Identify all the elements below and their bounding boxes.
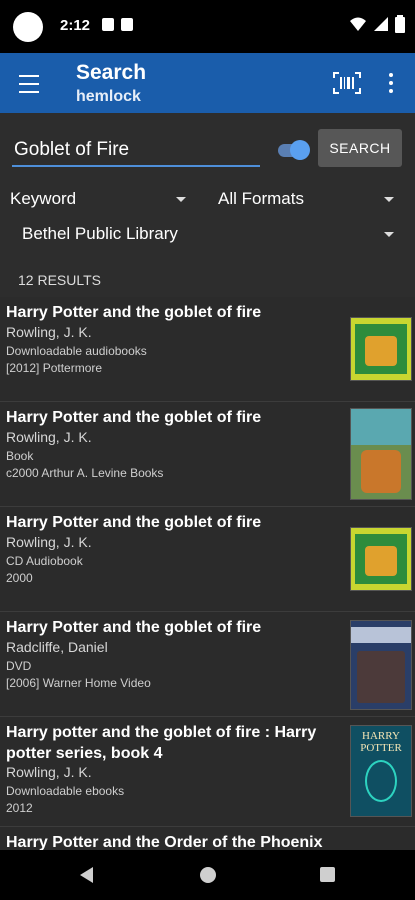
result-title: Harry potter and the goblet of fire : Ha… bbox=[6, 724, 317, 762]
result-title: Harry Potter and the Order of the Phoeni… bbox=[6, 834, 323, 850]
app-title: Search bbox=[76, 61, 147, 84]
camera-cutout bbox=[13, 12, 43, 42]
result-format: DVD bbox=[6, 659, 32, 673]
chevron-down-icon bbox=[176, 197, 186, 202]
system-nav-bar bbox=[0, 850, 415, 900]
cover-image bbox=[350, 620, 412, 710]
results-count: 12 RESULTS bbox=[18, 272, 101, 288]
result-item[interactable]: Harry Potter and the goblet of fire Radc… bbox=[0, 612, 415, 717]
search-toggle[interactable] bbox=[276, 140, 310, 160]
overflow-menu-icon[interactable] bbox=[382, 69, 400, 97]
search-class-dropdown[interactable]: Keyword bbox=[10, 187, 190, 213]
result-title: Harry Potter and the goblet of fire bbox=[6, 409, 262, 426]
results-count-bar: 12 RESULTS bbox=[0, 265, 415, 297]
cover-image bbox=[350, 317, 412, 381]
result-publisher: 2012 bbox=[6, 801, 33, 815]
wifi-icon bbox=[350, 17, 366, 31]
library-dropdown[interactable]: Bethel Public Library bbox=[22, 222, 398, 248]
battery-icon bbox=[395, 15, 405, 33]
cover-image bbox=[350, 408, 412, 500]
result-publisher: c2000 Arthur A. Levine Books bbox=[6, 466, 164, 480]
signal-icon bbox=[374, 17, 388, 31]
chevron-down-icon bbox=[384, 197, 394, 202]
search-panel: SEARCH Keyword All Formats Bethel Public… bbox=[0, 113, 415, 265]
app-subtitle: hemlock bbox=[76, 88, 141, 105]
status-bar: 2:12 bbox=[0, 0, 415, 53]
result-title: Harry Potter and the goblet of fire bbox=[6, 514, 262, 531]
cover-image: HARRY POTTER bbox=[350, 725, 412, 817]
result-format: Book bbox=[6, 449, 34, 463]
status-icons bbox=[349, 15, 405, 33]
cover-image bbox=[350, 527, 412, 591]
result-format: Downloadable ebooks bbox=[6, 784, 125, 798]
chevron-down-icon bbox=[384, 232, 394, 237]
results-list[interactable]: Harry Potter and the goblet of fire Rowl… bbox=[0, 297, 415, 850]
back-icon[interactable] bbox=[80, 867, 93, 883]
search-input[interactable] bbox=[12, 137, 260, 167]
result-publisher: [2012] Pottermore bbox=[6, 361, 103, 375]
result-publisher: 2000 bbox=[6, 571, 33, 585]
result-author: Radcliffe, Daniel bbox=[6, 639, 108, 655]
result-item[interactable]: Harry Potter and the goblet of fire Rowl… bbox=[0, 507, 415, 612]
result-item[interactable]: Harry Potter and the goblet of fire Rowl… bbox=[0, 297, 415, 402]
result-author: Rowling, J. K. bbox=[6, 429, 92, 445]
search-class-value: Keyword bbox=[10, 189, 77, 208]
format-dropdown[interactable]: All Formats bbox=[218, 187, 398, 213]
result-format: CD Audiobook bbox=[6, 554, 83, 568]
result-item[interactable]: Harry Potter and the goblet of fire Rowl… bbox=[0, 402, 415, 507]
home-icon[interactable] bbox=[200, 867, 216, 883]
notification-icon bbox=[102, 18, 114, 31]
result-author: Rowling, J. K. bbox=[6, 764, 92, 780]
result-publisher: [2006] Warner Home Video bbox=[6, 676, 151, 690]
result-title: Harry Potter and the goblet of fire bbox=[6, 304, 262, 321]
library-value: Bethel Public Library bbox=[22, 224, 178, 243]
status-time: 2:12 bbox=[60, 17, 91, 34]
result-item[interactable]: Harry Potter and the Order of the Phoeni… bbox=[0, 827, 415, 850]
result-item[interactable]: Harry potter and the goblet of fire : Ha… bbox=[0, 717, 415, 827]
result-format: Downloadable audiobooks bbox=[6, 344, 147, 358]
storage-icon bbox=[121, 18, 133, 31]
recents-icon[interactable] bbox=[320, 867, 335, 882]
app-bar: Search hemlock bbox=[0, 53, 415, 113]
format-value: All Formats bbox=[218, 189, 304, 208]
barcode-scan-icon[interactable] bbox=[333, 72, 361, 94]
search-button[interactable]: SEARCH bbox=[318, 129, 402, 167]
result-author: Rowling, J. K. bbox=[6, 534, 92, 550]
result-author: Rowling, J. K. bbox=[6, 324, 92, 340]
menu-icon[interactable] bbox=[14, 69, 44, 97]
result-title: Harry Potter and the goblet of fire bbox=[6, 619, 262, 636]
cover-title-text: HARRY POTTER bbox=[360, 730, 402, 754]
